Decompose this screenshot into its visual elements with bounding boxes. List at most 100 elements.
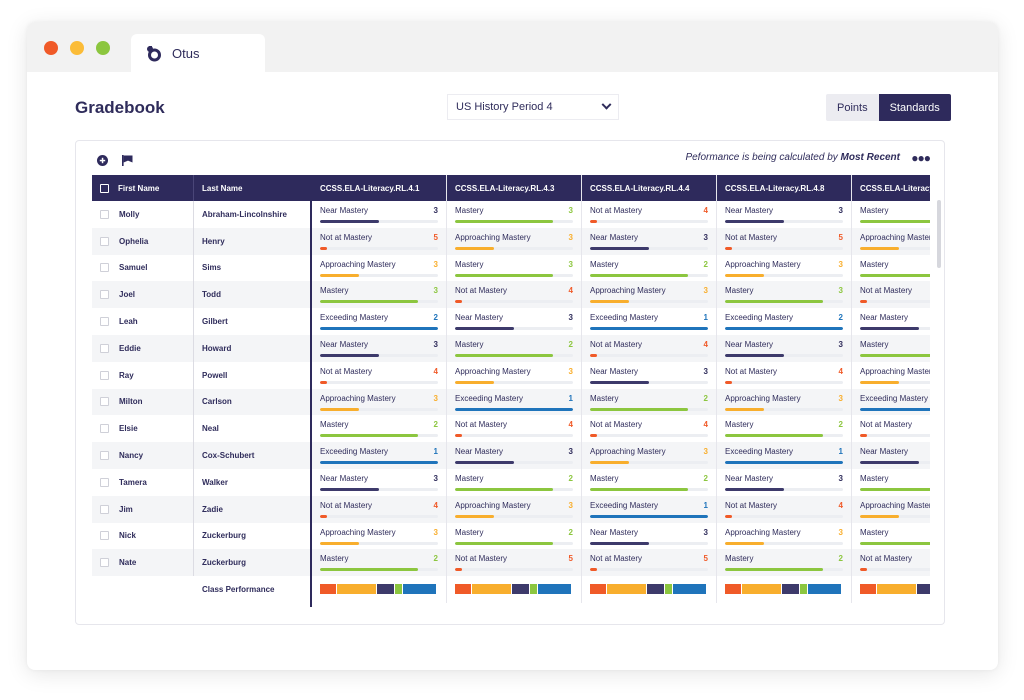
mastery-cell[interactable]: Approaching Mastery3: [312, 388, 446, 416]
mastery-cell[interactable]: Near Mastery3: [717, 201, 851, 228]
mastery-cell[interactable]: Mastery3: [852, 255, 930, 282]
mastery-cell[interactable]: Mastery2: [852, 469, 930, 496]
mastery-cell[interactable]: Mastery3: [717, 281, 851, 309]
student-row[interactable]: Tamera Walker: [92, 468, 311, 496]
mastery-cell[interactable]: Not at Mastery5: [717, 227, 851, 255]
mastery-cell[interactable]: Not at Mastery4: [447, 281, 581, 309]
flag-icon[interactable]: [122, 153, 133, 171]
mastery-cell[interactable]: Exceeding Mastery1: [447, 388, 581, 416]
mastery-cell[interactable]: Exceeding Mastery1: [312, 442, 446, 469]
row-checkbox[interactable]: [100, 317, 109, 327]
mastery-cell[interactable]: Approaching Mastery3: [447, 495, 581, 523]
row-checkbox[interactable]: [100, 370, 109, 380]
mastery-cell[interactable]: Exceeding Mastery1: [582, 308, 716, 335]
mastery-cell[interactable]: Near Mastery3: [717, 469, 851, 496]
row-checkbox[interactable]: [100, 424, 109, 434]
standard-header[interactable]: CCSS.ELA-Literacy.RL.4.4: [582, 175, 716, 201]
row-checkbox[interactable]: [100, 236, 109, 246]
student-row[interactable]: Nick Zuckerburg: [92, 522, 311, 550]
student-row[interactable]: Ophelia Henry: [92, 227, 311, 255]
mastery-cell[interactable]: Approaching Mastery3: [717, 388, 851, 416]
class-select[interactable]: US History Period 4: [447, 94, 619, 120]
mastery-cell[interactable]: Mastery2: [582, 255, 716, 282]
student-row[interactable]: Eddie Howard: [92, 334, 311, 362]
row-checkbox[interactable]: [100, 477, 109, 487]
student-row[interactable]: Elsie Neal: [92, 415, 311, 443]
row-checkbox[interactable]: [100, 209, 109, 219]
row-checkbox[interactable]: [100, 504, 109, 514]
mastery-cell[interactable]: Exceeding Mastery 2: [717, 308, 851, 335]
close-window-button[interactable]: [44, 41, 58, 55]
row-checkbox[interactable]: [100, 451, 109, 461]
vertical-scrollbar[interactable]: [937, 200, 941, 590]
mastery-cell[interactable]: Approaching Mastery3: [582, 281, 716, 309]
minimize-window-button[interactable]: [70, 41, 84, 55]
mastery-cell[interactable]: Exceeding Mastery1: [852, 388, 930, 416]
student-row[interactable]: Jim Zadie: [92, 495, 311, 523]
mastery-cell[interactable]: Not at Mastery4: [312, 495, 446, 523]
vertical-scroll-thumb[interactable]: [937, 200, 941, 268]
row-checkbox[interactable]: [100, 531, 109, 541]
mastery-cell[interactable]: Mastery3: [312, 281, 446, 309]
standard-header[interactable]: CCSS.ELA-Literacy.RL.4.1: [312, 175, 446, 201]
mastery-cell[interactable]: Approaching Mastery3: [717, 523, 851, 550]
student-row[interactable]: Samuel Sims: [92, 254, 311, 282]
standard-header[interactable]: CCSS.ELA-Literacy.RL.4.8: [717, 175, 851, 201]
last-name-header[interactable]: Last Name: [202, 184, 242, 193]
mastery-cell[interactable]: Mastery2: [582, 469, 716, 496]
mastery-cell[interactable]: Approaching Mastery3: [582, 442, 716, 469]
mastery-cell[interactable]: Near Mastery3: [447, 308, 581, 335]
row-checkbox[interactable]: [100, 397, 109, 407]
mastery-cell[interactable]: Near Mastery3: [582, 362, 716, 389]
mastery-cell[interactable]: Approaching Mastery3: [312, 523, 446, 550]
mastery-cell[interactable]: Mastery2: [717, 415, 851, 442]
mastery-cell[interactable]: Approaching Mastery3: [852, 495, 930, 523]
mastery-cell[interactable]: Not at Mastery5: [312, 227, 446, 255]
performance-method[interactable]: Most Recent: [841, 152, 900, 163]
first-name-header[interactable]: First Name: [118, 184, 159, 193]
plus-circle-icon[interactable]: [97, 153, 108, 171]
student-row[interactable]: Nate Zuckerburg: [92, 549, 311, 577]
mastery-cell[interactable]: Near Mastery3: [582, 227, 716, 255]
mastery-cell[interactable]: Not at Mastery4: [582, 415, 716, 442]
mastery-cell[interactable]: Near Mastery3: [852, 308, 930, 335]
student-row[interactable]: Ray Powell: [92, 361, 311, 389]
mastery-cell[interactable]: Near Mastery3: [582, 523, 716, 550]
mastery-cell[interactable]: Approaching Mastery3: [717, 255, 851, 282]
mastery-cell[interactable]: Mastery3: [447, 201, 581, 228]
row-checkbox[interactable]: [100, 343, 109, 353]
points-view-button[interactable]: Points: [826, 94, 879, 121]
mastery-cell[interactable]: Not at Mastery5: [852, 549, 930, 577]
mastery-cell[interactable]: Near Mastery3: [312, 469, 446, 496]
mastery-cell[interactable]: Not at Mastery4: [447, 415, 581, 442]
maximize-window-button[interactable]: [96, 41, 110, 55]
mastery-cell[interactable]: Mastery3: [447, 255, 581, 282]
mastery-cell[interactable]: Not at Mastery5: [447, 549, 581, 577]
mastery-cell[interactable]: Approaching Mastery3: [852, 227, 930, 255]
mastery-cell[interactable]: Exceeding Mastery1: [717, 442, 851, 469]
mastery-cell[interactable]: Not at Mastery4: [312, 362, 446, 389]
student-row[interactable]: Milton Carlson: [92, 388, 311, 416]
mastery-cell[interactable]: Mastery2: [717, 549, 851, 577]
mastery-cell[interactable]: Near Mastery3: [312, 334, 446, 362]
browser-tab[interactable]: Otus: [131, 34, 265, 72]
standards-view-button[interactable]: Standards: [878, 94, 951, 121]
mastery-cell[interactable]: Mastery2: [852, 523, 930, 550]
mastery-cell[interactable]: Not at Mastery4: [852, 281, 930, 309]
mastery-cell[interactable]: Approaching Mastery3: [312, 255, 446, 282]
student-row[interactable]: Nancy Cox-Schubert: [92, 442, 311, 469]
mastery-cell[interactable]: Not at Mastery4: [852, 415, 930, 442]
mastery-cell[interactable]: Mastery2: [447, 523, 581, 550]
mastery-cell[interactable]: Not at Mastery4: [717, 495, 851, 523]
mastery-cell[interactable]: Exceeding Mastery1: [582, 495, 716, 523]
row-checkbox[interactable]: [100, 263, 109, 273]
mastery-cell[interactable]: Mastery2: [447, 334, 581, 362]
row-checkbox[interactable]: [100, 290, 109, 300]
mastery-cell[interactable]: Near Mastery3: [312, 201, 446, 228]
ellipsis-icon[interactable]: ●●●: [911, 151, 931, 165]
mastery-cell[interactable]: Not at Mastery4: [717, 362, 851, 389]
mastery-cell[interactable]: Approaching Mastery3: [447, 227, 581, 255]
mastery-cell[interactable]: Near Mastery3: [717, 334, 851, 362]
mastery-cell[interactable]: Mastery2: [447, 469, 581, 496]
mastery-cell[interactable]: Near Mastery3: [852, 442, 930, 469]
